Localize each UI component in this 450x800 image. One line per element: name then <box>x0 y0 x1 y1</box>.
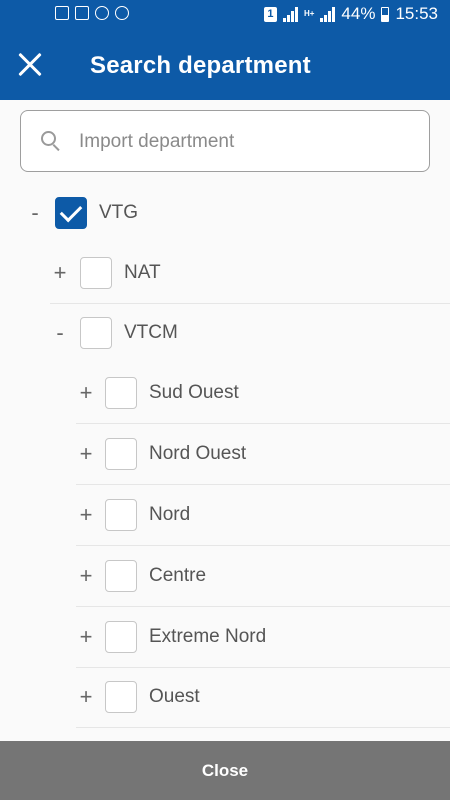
collapse-toggle[interactable]: - <box>50 320 70 346</box>
collapse-toggle[interactable]: - <box>25 200 45 226</box>
tree-node-sud-ouest[interactable]: + Sud Ouest <box>76 363 450 424</box>
node-label: VTCM <box>124 322 178 343</box>
tree-node-vtcm[interactable]: - VTCM <box>50 303 450 363</box>
checkbox-sud-ouest[interactable] <box>105 377 137 409</box>
shield-icon <box>95 6 109 20</box>
expand-toggle[interactable]: + <box>76 380 96 406</box>
gallery-icon <box>55 6 69 20</box>
page-title: Search department <box>90 52 311 79</box>
expand-toggle[interactable]: + <box>76 441 96 467</box>
node-label: VTG <box>99 202 139 223</box>
battery-percent: 44% <box>341 4 376 23</box>
expand-toggle[interactable]: + <box>76 624 96 650</box>
checkbox-centre[interactable] <box>105 560 137 592</box>
search-box[interactable] <box>20 110 430 172</box>
tree-node-centre[interactable]: + Centre <box>76 546 450 607</box>
tree-node-nord[interactable]: + Nord <box>76 485 450 546</box>
app-bar: Search department <box>0 30 450 100</box>
search-icon <box>41 131 60 152</box>
tree-node-nord-ouest[interactable]: + Nord Ouest <box>76 424 450 485</box>
checkbox-nord-ouest[interactable] <box>105 438 137 470</box>
checkbox-vtcm[interactable] <box>80 317 112 349</box>
tree-node-vtg[interactable]: - VTG <box>25 183 450 243</box>
node-label: Nord Ouest <box>149 443 247 464</box>
node-label: NAT <box>124 262 161 283</box>
checkbox-ouest[interactable] <box>105 681 137 713</box>
signal-icon <box>282 6 298 22</box>
checkbox-vtg[interactable] <box>55 197 87 229</box>
checkbox-nat[interactable] <box>80 257 112 289</box>
close-button[interactable]: Close <box>0 741 450 800</box>
tree-node-ouest[interactable]: + Ouest <box>76 667 450 728</box>
battery-icon <box>381 6 390 22</box>
wifi-icon <box>115 6 129 20</box>
expand-toggle[interactable]: + <box>76 563 96 589</box>
status-bar: 1 H+ 44% 15:53 <box>0 0 450 30</box>
notification-icons <box>55 6 129 20</box>
signal-icon-2 <box>320 6 336 22</box>
clock: 15:53 <box>395 4 438 23</box>
node-label: Centre <box>149 565 207 586</box>
expand-toggle[interactable]: + <box>76 684 96 710</box>
checkbox-nord[interactable] <box>105 499 137 531</box>
expand-toggle[interactable]: + <box>76 502 96 528</box>
calendar-icon <box>75 6 89 20</box>
sim-icon: 1 <box>263 6 277 22</box>
node-label: Ouest <box>149 686 200 707</box>
node-label: Nord <box>149 504 191 525</box>
search-input[interactable] <box>77 125 411 159</box>
close-icon[interactable] <box>12 47 48 83</box>
tree-node-extreme-nord[interactable]: + Extreme Nord <box>76 607 450 668</box>
network-type: H+ <box>303 9 315 18</box>
checkbox-extreme-nord[interactable] <box>105 621 137 653</box>
tree-node-nat[interactable]: + NAT <box>50 243 450 304</box>
node-label: Sud Ouest <box>149 382 239 403</box>
expand-toggle[interactable]: + <box>50 260 70 286</box>
node-label: Extreme Nord <box>149 626 267 647</box>
